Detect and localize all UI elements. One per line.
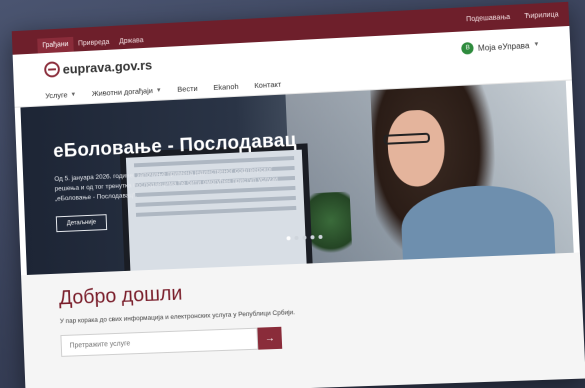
nav-item-life-events[interactable]: Животни догађаји ▼ [92, 86, 162, 98]
details-button[interactable]: Детаљније [55, 214, 108, 233]
carousel-dot[interactable] [310, 235, 315, 240]
hero-banner: еБоловање - Послодавац Од 5. јануара 202… [20, 80, 574, 275]
welcome-section: Добро дошли У пар корака до свих информа… [21, 252, 585, 388]
nav-item-ekanoh[interactable]: Ekanoh [213, 82, 239, 92]
arrow-right-icon: → [264, 332, 276, 344]
carousel-dot[interactable] [318, 234, 323, 240]
carousel-dot[interactable] [294, 235, 299, 241]
account-menu[interactable]: В Моја eУправа ▼ [461, 39, 540, 55]
top-links: Подешавања Ћирилица [466, 11, 559, 23]
search-input[interactable] [60, 327, 259, 357]
search-bar: → [60, 317, 544, 357]
chevron-down-icon: ▼ [70, 91, 77, 98]
chevron-down-icon: ▼ [155, 87, 162, 94]
tab-state[interactable]: Државa [114, 33, 149, 50]
avatar: В [461, 41, 475, 55]
nav-item-label: Услуге [45, 90, 68, 101]
nav-item-services[interactable]: Услуге ▼ [45, 90, 76, 100]
site-logo[interactable]: euprava.gov.rs [43, 56, 153, 78]
monitor-screen: Грађани Привреда Државa Подешавања Ћирил… [11, 1, 585, 388]
monitor-line [135, 205, 297, 217]
hero-monitor-image [119, 143, 313, 271]
account-label: Моја eУправа [477, 40, 530, 53]
script-toggle-link[interactable]: Ћирилица [524, 11, 559, 20]
hero-plant-image [309, 191, 353, 264]
nav-item-contact[interactable]: Контакт [254, 80, 281, 90]
carousel-dot[interactable] [302, 235, 307, 240]
logo-text: euprava.gov.rs [62, 56, 153, 77]
search-button[interactable]: → [257, 326, 283, 350]
euprava-logo-icon [43, 61, 61, 78]
nav-item-label: Животни догађаји [91, 86, 154, 99]
nav-item-news[interactable]: Вести [177, 84, 198, 94]
carousel-dot[interactable] [286, 236, 291, 241]
settings-link[interactable]: Подешавања [466, 13, 510, 22]
hero-person-glasses [383, 132, 431, 145]
chevron-down-icon: ▼ [533, 41, 540, 48]
tab-business[interactable]: Привреда [73, 35, 115, 52]
tab-citizens[interactable]: Грађани [37, 36, 74, 54]
